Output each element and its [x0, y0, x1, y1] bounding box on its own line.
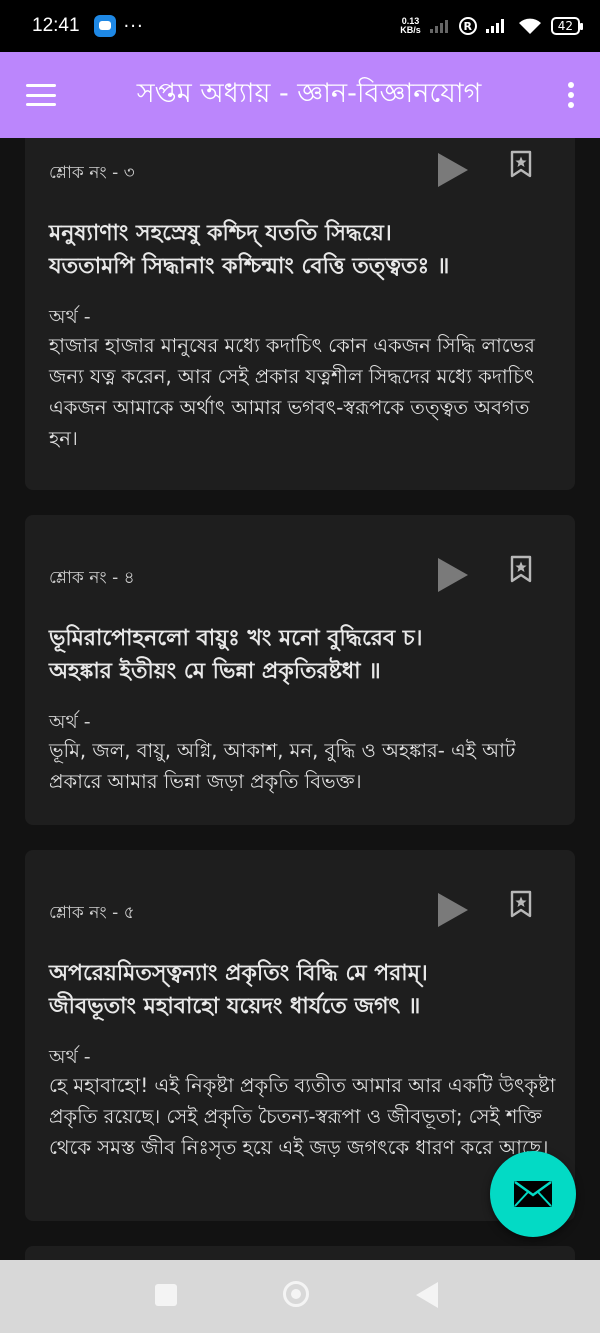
shloka-line: জীবভূতাং মহাবাহো যয়েদং ধার্যতে জগৎ ॥ — [49, 994, 421, 1019]
hamburger-menu-icon[interactable] — [26, 84, 56, 106]
home-icon[interactable] — [283, 1281, 309, 1307]
meaning-text: হে মহাবাহো! এই নিকৃষ্টা প্রকৃতি ব্যতীত আ… — [49, 1074, 556, 1159]
play-icon[interactable] — [438, 153, 468, 187]
signal-icon — [485, 19, 504, 33]
mail-fab-button[interactable] — [490, 1151, 576, 1237]
mail-icon — [514, 1180, 552, 1207]
meaning-text: ভূমি, জল, বায়ু, অগ্নি, আকাশ, মন, বুদ্ধি… — [49, 739, 516, 793]
system-nav-bar — [0, 1260, 600, 1333]
verse-card: শ্লোক নং - ৪ ভূমিরাপোহনলো বায়ুঃ খং মনো … — [25, 515, 575, 825]
status-time: 12:41 — [32, 15, 80, 36]
shloka-line: মনুষ্যাণাং সহস্রেষু কশ্চিদ্ যততি সিদ্ধয়… — [49, 221, 392, 246]
shloka-line: যততামপি সিদ্ধানাং কশ্চিন্মাং বেত্তি তত্ত… — [49, 254, 450, 279]
verse-card: শ্লোক নং - ৩ মনুষ্যাণাং সহস্রেষু কশ্চিদ্… — [25, 138, 575, 490]
more-vert-icon[interactable] — [568, 82, 574, 108]
shloka-text: অপরেয়মিতস্ত্বন্যাং প্রকৃতিং বিদ্ধি মে প… — [49, 957, 549, 1023]
status-bar: 12:41 ··· 0.13 KB/s R 42 — [0, 0, 600, 52]
play-icon[interactable] — [438, 893, 468, 927]
wifi-icon — [518, 18, 541, 34]
network-speed-unit: KB/s — [400, 25, 421, 35]
page-title: সপ্তম অধ্যায় - জ্ঞান-বিজ্ঞানযোগ — [136, 77, 482, 109]
verse-number: শ্লোক নং - ৫ — [49, 903, 135, 923]
verse-number: শ্লোক নং - ৩ — [49, 163, 135, 183]
app-bar: সপ্তম অধ্যায় - জ্ঞান-বিজ্ঞানযোগ — [0, 52, 600, 138]
network-speed: 0.13 KB/s — [400, 17, 421, 35]
back-icon[interactable] — [416, 1282, 438, 1308]
verse-card: শ্লোক নং - ৫ অপরেয়মিতস্ত্বন্যাং প্রকৃতি… — [25, 850, 575, 1221]
recent-apps-icon[interactable] — [155, 1284, 177, 1306]
meaning-text: হাজার হাজার মানুষের মধ্যে কদাচিৎ কোন একজ… — [49, 334, 535, 450]
shloka-line: অপরেয়মিতস্ত্বন্যাং প্রকৃতিং বিদ্ধি মে প… — [49, 961, 428, 986]
registered-icon: R — [458, 17, 477, 35]
verse-number: শ্লোক নং - ৪ — [49, 568, 135, 588]
bookmark-star-icon[interactable] — [509, 150, 533, 179]
more-notifications-icon: ··· — [123, 15, 144, 37]
play-icon[interactable] — [438, 558, 468, 592]
no-signal-icon — [429, 20, 448, 33]
verse-card — [25, 1246, 575, 1260]
shloka-text: মনুষ্যাণাং সহস্রেষু কশ্চিদ্ যততি সিদ্ধয়… — [49, 217, 549, 283]
shloka-line: অহঙ্কার ইতীয়ং মে ভিন্না প্রকৃতিরষ্টধা ॥ — [49, 659, 381, 684]
messenger-icon — [93, 15, 116, 37]
battery-icon: 42 — [550, 17, 584, 35]
shloka-text: ভূমিরাপোহনলো বায়ুঃ খং মনো বুদ্ধিরেব চ। … — [49, 622, 549, 688]
bookmark-star-icon[interactable] — [509, 555, 533, 584]
bookmark-star-icon[interactable] — [509, 890, 533, 919]
verse-list[interactable]: শ্লোক নং - ৩ মনুষ্যাণাং সহস্রেষু কশ্চিদ্… — [0, 138, 600, 1260]
shloka-line: ভূমিরাপোহনলো বায়ুঃ খং মনো বুদ্ধিরেব চ। — [49, 626, 423, 651]
